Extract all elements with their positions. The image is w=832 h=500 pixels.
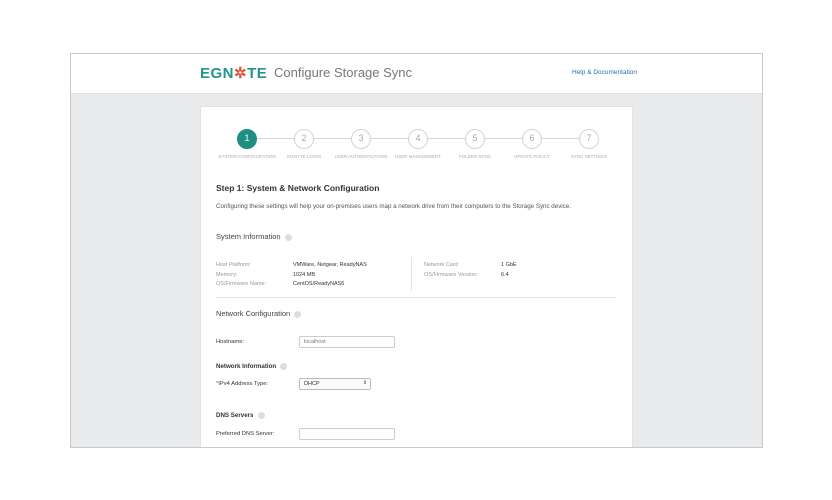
preferred-dns-label: Preferred DNS Server: xyxy=(216,431,275,437)
page-title: Configure Storage Sync xyxy=(274,65,413,80)
divider xyxy=(411,257,412,291)
label-text: IPv4 Address Type: xyxy=(218,381,269,387)
step-5-circle[interactable]: 5 xyxy=(465,129,485,149)
ipv4-label: *IPv4 Address Type: xyxy=(216,381,268,387)
step-4-circle[interactable]: 4 xyxy=(408,129,428,149)
step-connector xyxy=(314,138,351,139)
info-key: Network Card: xyxy=(424,262,460,268)
step-2-circle[interactable]: 2 xyxy=(294,129,314,149)
info-icon[interactable] xyxy=(257,412,265,419)
info-icon[interactable] xyxy=(294,310,302,318)
section-title: DNS Servers xyxy=(216,412,254,420)
info-value: 1024 MB xyxy=(293,271,316,278)
info-value: CentOS/ReadyNAS6 xyxy=(293,281,345,287)
step-1-circle[interactable]: 1 xyxy=(237,129,257,149)
ipv4-address-type-select[interactable]: DHCP ⇕ xyxy=(299,378,371,390)
step-3-circle[interactable]: 3 xyxy=(351,129,371,149)
info-value: VMWare, Netgear, ReadyNAS xyxy=(293,262,367,268)
info-value: 1 GbE xyxy=(501,262,517,268)
preferred-dns-input[interactable] xyxy=(299,428,395,440)
info-key: OS/Firmware Name: xyxy=(216,281,267,287)
section-title: Network Configuration xyxy=(216,309,291,318)
updown-arrows-icon: ⇕ xyxy=(362,380,367,386)
app-window: EGN✲TE Configure Storage Sync Help & Doc… xyxy=(70,53,763,448)
network-configuration-heading: Network Configuration xyxy=(216,309,302,318)
info-icon[interactable] xyxy=(284,233,292,241)
step-6-circle[interactable]: 6 xyxy=(522,129,542,149)
info-icon[interactable] xyxy=(280,363,288,370)
step-connector xyxy=(542,138,579,139)
network-information-heading: Network Information xyxy=(216,363,288,371)
help-documentation-link[interactable]: Help & Documentation xyxy=(572,69,637,76)
section-title: System Information xyxy=(216,232,281,241)
hostname-input[interactable] xyxy=(299,336,395,348)
step-heading: Step 1: System & Network Configuration xyxy=(216,183,380,193)
info-key: Memory: xyxy=(216,271,238,278)
hostname-label: Hostname: xyxy=(216,339,245,345)
step-7-label: SYNC SETTINGS xyxy=(570,154,608,159)
egnyte-logo: EGN✲TE xyxy=(200,65,268,82)
step-connector xyxy=(485,138,522,139)
step-connector xyxy=(257,138,294,139)
info-key: Host Platform: xyxy=(216,262,251,268)
system-information-heading: System Information xyxy=(216,232,292,241)
dns-servers-heading: DNS Servers xyxy=(216,412,265,419)
step-7-circle[interactable]: 7 xyxy=(579,129,599,149)
step-description: Configuring these settings will help you… xyxy=(216,203,571,210)
step-connector xyxy=(428,138,465,139)
header: EGN✲TE Configure Storage Sync Help & Doc… xyxy=(71,54,762,94)
divider xyxy=(216,297,616,298)
wizard-card: 1 SYSTEM CONFIGURATION 2 EGNYTE LOGIN 3 USER … xyxy=(200,106,633,447)
section-title: Network Information xyxy=(216,363,277,371)
step-connector xyxy=(371,138,408,139)
selected-value: DHCP xyxy=(304,381,320,387)
info-key: OS/Firmware Version: xyxy=(424,271,478,278)
info-value: 6.4 xyxy=(501,271,509,278)
